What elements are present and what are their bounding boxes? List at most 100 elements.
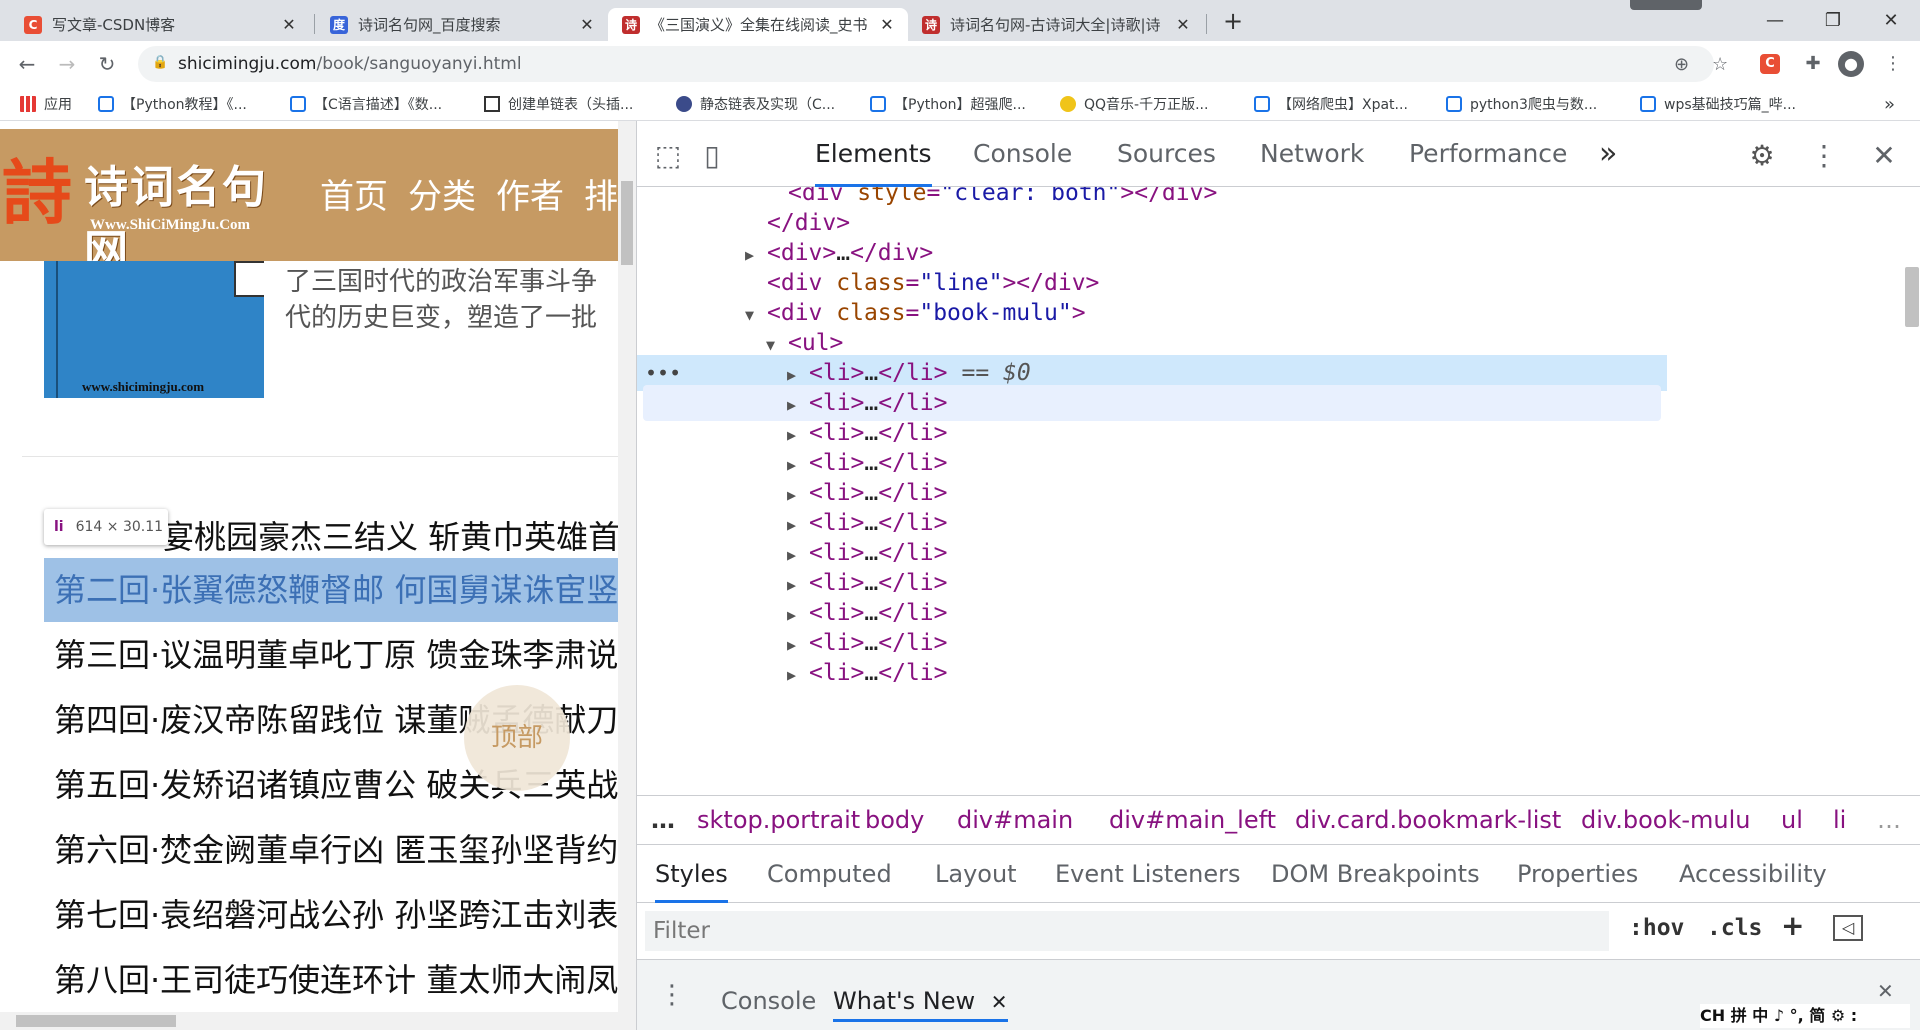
- chrome-menu-icon[interactable]: ⋮: [1880, 51, 1906, 77]
- drawer-menu-icon[interactable]: ⋮: [659, 974, 685, 1016]
- elements-tree: <div style="clear: both"></div> </div> ▶ <d…: [637, 187, 1920, 795]
- cls-button[interactable]: .cls: [1707, 915, 1762, 941]
- close-icon[interactable]: ✕: [878, 15, 896, 34]
- zoom-icon[interactable]: ⊕: [1674, 54, 1689, 75]
- bookmark-item[interactable]: 【Python】超强爬...: [870, 93, 1026, 115]
- bookmark-item[interactable]: wps基础技巧篇_哔...: [1640, 93, 1796, 115]
- tab-title: 诗词名句网_百度搜索: [358, 16, 501, 34]
- breadcrumb-item[interactable]: body: [865, 796, 924, 844]
- forward-arrow-icon[interactable]: →: [52, 49, 82, 79]
- bookmarks-overflow-button[interactable]: »: [1884, 93, 1895, 115]
- scroll-thumb[interactable]: [1905, 267, 1919, 327]
- device-toolbar-icon[interactable]: ▯: [695, 139, 729, 173]
- nav-category[interactable]: 分类: [408, 169, 476, 218]
- nav-rank[interactable]: 排: [584, 169, 618, 218]
- bookmark-item[interactable]: 【C语言描述】《数...: [290, 93, 442, 115]
- new-style-rule-button[interactable]: +: [1781, 909, 1804, 942]
- scroll-thumb[interactable]: [621, 181, 633, 265]
- more-tabs-button[interactable]: »: [1599, 121, 1617, 187]
- bookmark-apps[interactable]: 应用: [20, 93, 72, 115]
- bookmark-item[interactable]: 【网络爬虫】Xpat...: [1254, 93, 1408, 115]
- dom-token: >: [1071, 300, 1086, 326]
- browser-tab[interactable]: 诗 诗词名句网-古诗词大全|诗歌|诗 ✕: [908, 8, 1204, 41]
- close-icon[interactable]: ✕: [578, 15, 596, 34]
- breadcrumb-item[interactable]: div.book-mulu: [1581, 796, 1751, 844]
- elements-scrollbar[interactable]: [1901, 187, 1920, 795]
- tab-dom-breakpoints[interactable]: DOM Breakpoints: [1271, 845, 1480, 903]
- new-tab-button[interactable]: +: [1218, 6, 1248, 36]
- window-close-button[interactable]: ✕: [1876, 6, 1906, 36]
- tab-computed[interactable]: Computed: [767, 845, 892, 903]
- back-arrow-icon[interactable]: ←: [12, 49, 42, 79]
- breadcrumb-item[interactable]: sktop.portrait: [697, 796, 860, 844]
- star-icon[interactable]: ☆: [1712, 54, 1728, 75]
- tab-sources[interactable]: Sources: [1117, 121, 1216, 187]
- page-horizontal-scrollbar[interactable]: [0, 1012, 618, 1030]
- chapter-link[interactable]: 第六回·焚金阙董卓行凶 匿玉玺孙坚背约: [44, 818, 636, 882]
- close-icon[interactable]: ✕: [1174, 15, 1192, 34]
- close-icon[interactable]: ✕: [991, 990, 1008, 1014]
- chapter-link-highlighted[interactable]: 第二回·张翼德怒鞭督邮 何国舅谋诛宦竖: [44, 558, 636, 622]
- close-devtools-icon[interactable]: ✕: [1867, 139, 1901, 173]
- url-text[interactable]: shicimingju.com/book/sanguoyanyi.html: [178, 54, 522, 74]
- minimize-button[interactable]: —: [1760, 6, 1790, 36]
- extensions-puzzle-icon[interactable]: ✚: [1800, 51, 1826, 77]
- breadcrumb-item[interactable]: div.card.bookmark-list: [1295, 796, 1561, 844]
- bilibili-icon: [1640, 96, 1656, 112]
- close-icon[interactable]: ✕: [280, 15, 298, 34]
- tab-layout[interactable]: Layout: [935, 845, 1017, 903]
- dom-node[interactable]: ▶ <li>…</li>: [637, 655, 1667, 691]
- tab-console[interactable]: Console: [973, 121, 1072, 187]
- site-logo[interactable]: 詩 诗词名句网 Www.ShiCiMingJu.Com: [0, 141, 310, 277]
- browser-tab[interactable]: 度 诗词名句网_百度搜索 ✕: [316, 8, 608, 41]
- browser-tab[interactable]: C 写文章-CSDN博客 ✕: [10, 8, 310, 41]
- chapter-link[interactable]: 第七回·袁绍磐河战公孙 孙坚跨江击刘表: [44, 883, 636, 947]
- chapter-link[interactable]: 第八回·王司徒巧使连环计 董太师大闹凤: [44, 948, 636, 1012]
- scroll-thumb[interactable]: [16, 1015, 176, 1027]
- tab-event-listeners[interactable]: Event Listeners: [1055, 845, 1240, 903]
- nav-author[interactable]: 作者: [496, 169, 564, 218]
- toggle-sidebar-icon[interactable]: ◁: [1833, 915, 1863, 941]
- tab-title: 诗词名句网-古诗词大全|诗歌|诗: [950, 16, 1161, 34]
- tab-strip: C 写文章-CSDN博客 ✕ 度 诗词名句网_百度搜索 ✕ 诗 《三国演义》全集…: [0, 0, 1920, 41]
- breadcrumb-item[interactable]: ul: [1781, 796, 1803, 844]
- more-options-icon[interactable]: ⋮: [1807, 139, 1841, 173]
- filter-input[interactable]: Filter: [645, 911, 1609, 951]
- nav-home[interactable]: 首页: [320, 169, 388, 218]
- cover-label: [234, 261, 264, 297]
- tab-accessibility[interactable]: Accessibility: [1679, 845, 1827, 903]
- bookmark-item[interactable]: QQ音乐-千万正版...: [1060, 93, 1208, 115]
- breadcrumb-item[interactable]: div#main: [957, 796, 1073, 844]
- dom-token: <div: [767, 270, 837, 296]
- bookmark-item[interactable]: 静态链表及实现（C...: [676, 93, 835, 115]
- breadcrumb-more[interactable]: …: [651, 796, 675, 844]
- maximize-button[interactable]: ❐: [1818, 6, 1848, 36]
- reload-icon[interactable]: ↻: [92, 49, 122, 79]
- page-vertical-scrollbar[interactable]: [618, 121, 636, 1030]
- drawer-tab-whats-new[interactable]: What's New ✕: [833, 980, 1008, 1022]
- inspect-element-icon[interactable]: ⬚: [651, 139, 685, 173]
- address-bar[interactable]: 🔒 shicimingju.com/book/sanguoyanyi.html …: [138, 46, 1728, 82]
- breadcrumb-item[interactable]: div#main_left: [1109, 796, 1276, 844]
- browser-tab-active[interactable]: 诗 《三国演义》全集在线阅读_史书 ✕: [608, 8, 908, 41]
- tab-elements[interactable]: Elements: [815, 121, 932, 187]
- hov-button[interactable]: :hov: [1629, 915, 1684, 941]
- drawer-tab-console[interactable]: Console: [721, 980, 816, 1022]
- bookmark-item[interactable]: 【Python教程】《...: [98, 93, 247, 115]
- breadcrumb-item[interactable]: li: [1833, 796, 1846, 844]
- tab-network[interactable]: Network: [1260, 121, 1364, 187]
- bookmark-item[interactable]: 创建单链表（头插...: [484, 93, 633, 115]
- csdn-extension-icon[interactable]: C: [1760, 54, 1780, 74]
- dom-token: class: [836, 300, 906, 326]
- tab-performance[interactable]: Performance: [1409, 121, 1567, 187]
- tab-properties[interactable]: Properties: [1517, 845, 1638, 903]
- chapter-link[interactable]: 第三回·议温明董卓叱丁原 馈金珠李肃说: [44, 623, 636, 687]
- tab-styles[interactable]: Styles: [655, 845, 728, 903]
- profile-avatar-icon[interactable]: ●: [1838, 51, 1864, 77]
- ime-status-bar[interactable]: CH 拼 中 ♪ °, 简 ⚙ :: [1700, 1004, 1910, 1028]
- expand-triangle-icon[interactable]: ▶: [787, 657, 809, 693]
- bookmark-item[interactable]: python3爬虫与数...: [1446, 93, 1597, 115]
- back-to-top-button[interactable]: 顶部: [464, 685, 570, 791]
- gear-icon[interactable]: ⚙: [1745, 139, 1779, 173]
- dom-token: =: [926, 187, 941, 206]
